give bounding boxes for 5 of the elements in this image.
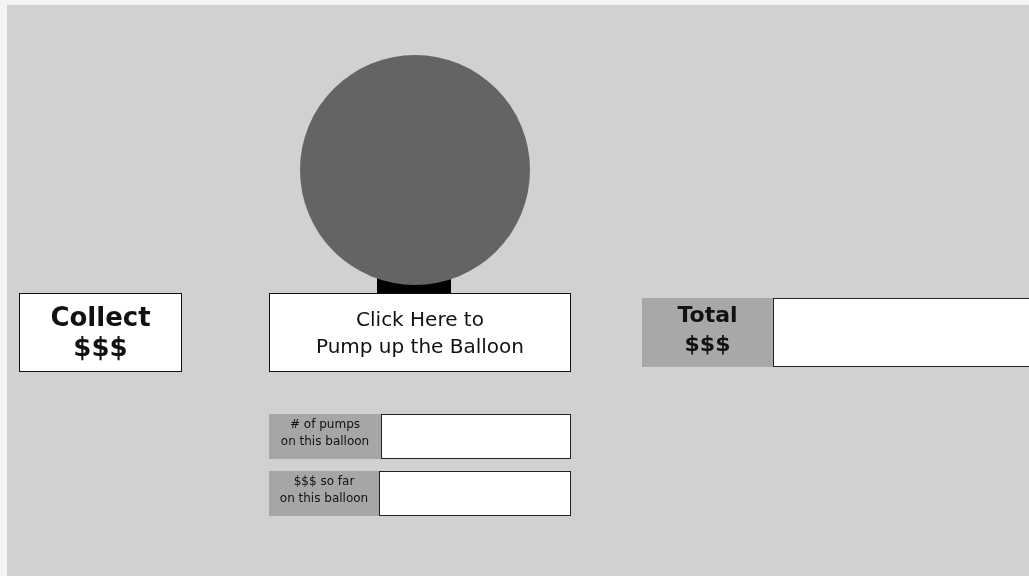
total-label: Total $$$ [642,298,773,367]
stat-label: $$$ so far on this balloon [269,471,379,516]
pump-button[interactable]: Click Here to Pump up the Balloon [269,293,571,372]
stat-label: # of pumps on this balloon [269,414,381,459]
collect-button[interactable]: Collect $$$ [19,293,182,372]
